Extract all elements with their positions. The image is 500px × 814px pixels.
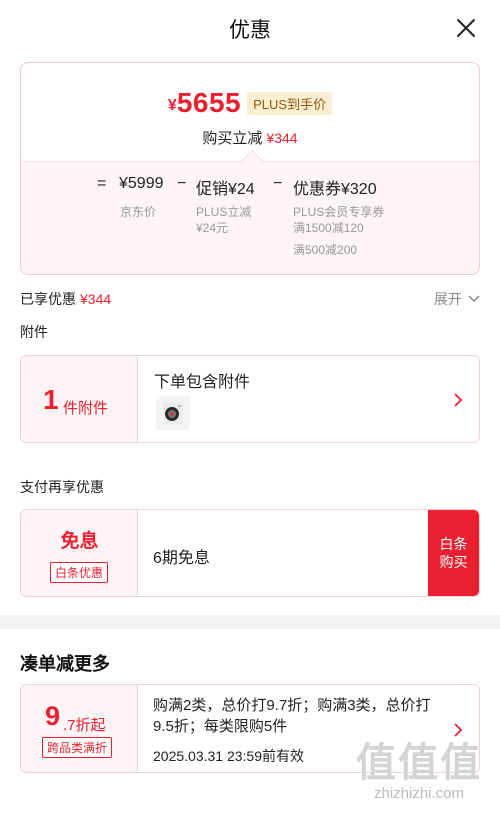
deal-discount-number: 9	[45, 701, 61, 731]
close-icon[interactable]	[454, 16, 478, 40]
coupon-detail-1: PLUS会员专享券	[293, 205, 385, 219]
enjoyed-amount: ¥344	[80, 291, 112, 307]
accessory-thumbnail	[156, 396, 190, 430]
reduce-label: 购买立减	[202, 130, 263, 147]
installment-text: 6期免息	[153, 550, 210, 567]
deal-validity: 2025.03.31 23:59前有效	[153, 748, 304, 764]
chevron-right-icon	[454, 393, 463, 407]
chevron-down-icon	[468, 295, 480, 303]
accessory-unit: 件附件	[63, 400, 109, 417]
promo-amount: 促销¥24	[196, 181, 255, 198]
coupon-amount: 优惠券¥320	[293, 181, 377, 198]
price-breakdown-card: ¥ 5655 PLUS到手价 购买立减 ¥344 = ¥5999 − 促销¥24 …	[20, 62, 480, 275]
accessory-section-label: 附件	[20, 324, 48, 340]
cross-category-badge: 跨品类满折	[42, 737, 113, 758]
enjoyed-discount: 已享优惠 ¥344	[20, 289, 111, 309]
enjoyed-label: 已享优惠	[20, 291, 76, 307]
deal-discount-sub: .7折起	[63, 717, 106, 734]
promo-detail-1: PLUS立减	[196, 205, 252, 219]
interest-free-label: 免息	[60, 531, 99, 552]
jd-price-label: 京东价	[120, 205, 157, 219]
accessory-card[interactable]: 1 件附件 下单包含附件	[20, 355, 480, 443]
promo-detail-2: ¥24元	[196, 221, 229, 235]
equals-sign: =	[97, 175, 107, 192]
watermark: 值值值 zhizhizhi.com	[356, 741, 482, 802]
expand-button[interactable]: 展开	[434, 289, 480, 309]
watermark-logo: 值值值	[356, 741, 482, 785]
page-title: 优惠	[229, 19, 271, 42]
plus-price-badge: PLUS到手价	[247, 91, 333, 115]
buy-button-line-1: 白条	[439, 536, 468, 552]
header: 优惠	[0, 0, 500, 56]
buy-button-line-2: 购买	[439, 554, 468, 570]
coupon-detail-3: 满500减200	[293, 243, 358, 257]
payment-card[interactable]: 免息 白条优惠 6期免息 白条 购买	[20, 509, 480, 597]
payment-left-panel	[21, 510, 138, 596]
section-divider	[0, 615, 500, 629]
coupon-detail-2: 满1500减120	[293, 221, 364, 235]
reduce-line: 购买立减 ¥344	[21, 127, 479, 148]
payment-section-label: 支付再享优惠	[20, 479, 104, 495]
final-price: 5655	[176, 87, 242, 118]
minus-sign: −	[177, 175, 187, 192]
chevron-right-icon	[454, 723, 463, 737]
price-summary: ¥ 5655 PLUS到手价 购买立减 ¥344	[21, 63, 479, 161]
watermark-url: zhizhizhi.com	[373, 785, 465, 802]
accessory-count: 1	[43, 384, 59, 415]
accessory-title: 下单包含附件	[154, 374, 251, 391]
reduce-amount: ¥344	[266, 130, 298, 146]
price-formula: = ¥5999 − 促销¥24 − 优惠券¥320	[21, 175, 479, 205]
minus-sign: −	[273, 175, 283, 192]
jd-price: ¥5999	[119, 175, 164, 192]
more-discount-title: 凑单减更多	[20, 654, 110, 674]
baitiao-buy-button[interactable]: 白条 购买	[428, 510, 479, 596]
expand-label: 展开	[434, 291, 462, 307]
baitiao-badge: 白条优惠	[50, 562, 109, 583]
yen-symbol: ¥	[167, 97, 177, 114]
deal-description: 购满2类，总价打9.7折；购满3类，总价打9.5折；每类限购5件	[153, 697, 431, 735]
